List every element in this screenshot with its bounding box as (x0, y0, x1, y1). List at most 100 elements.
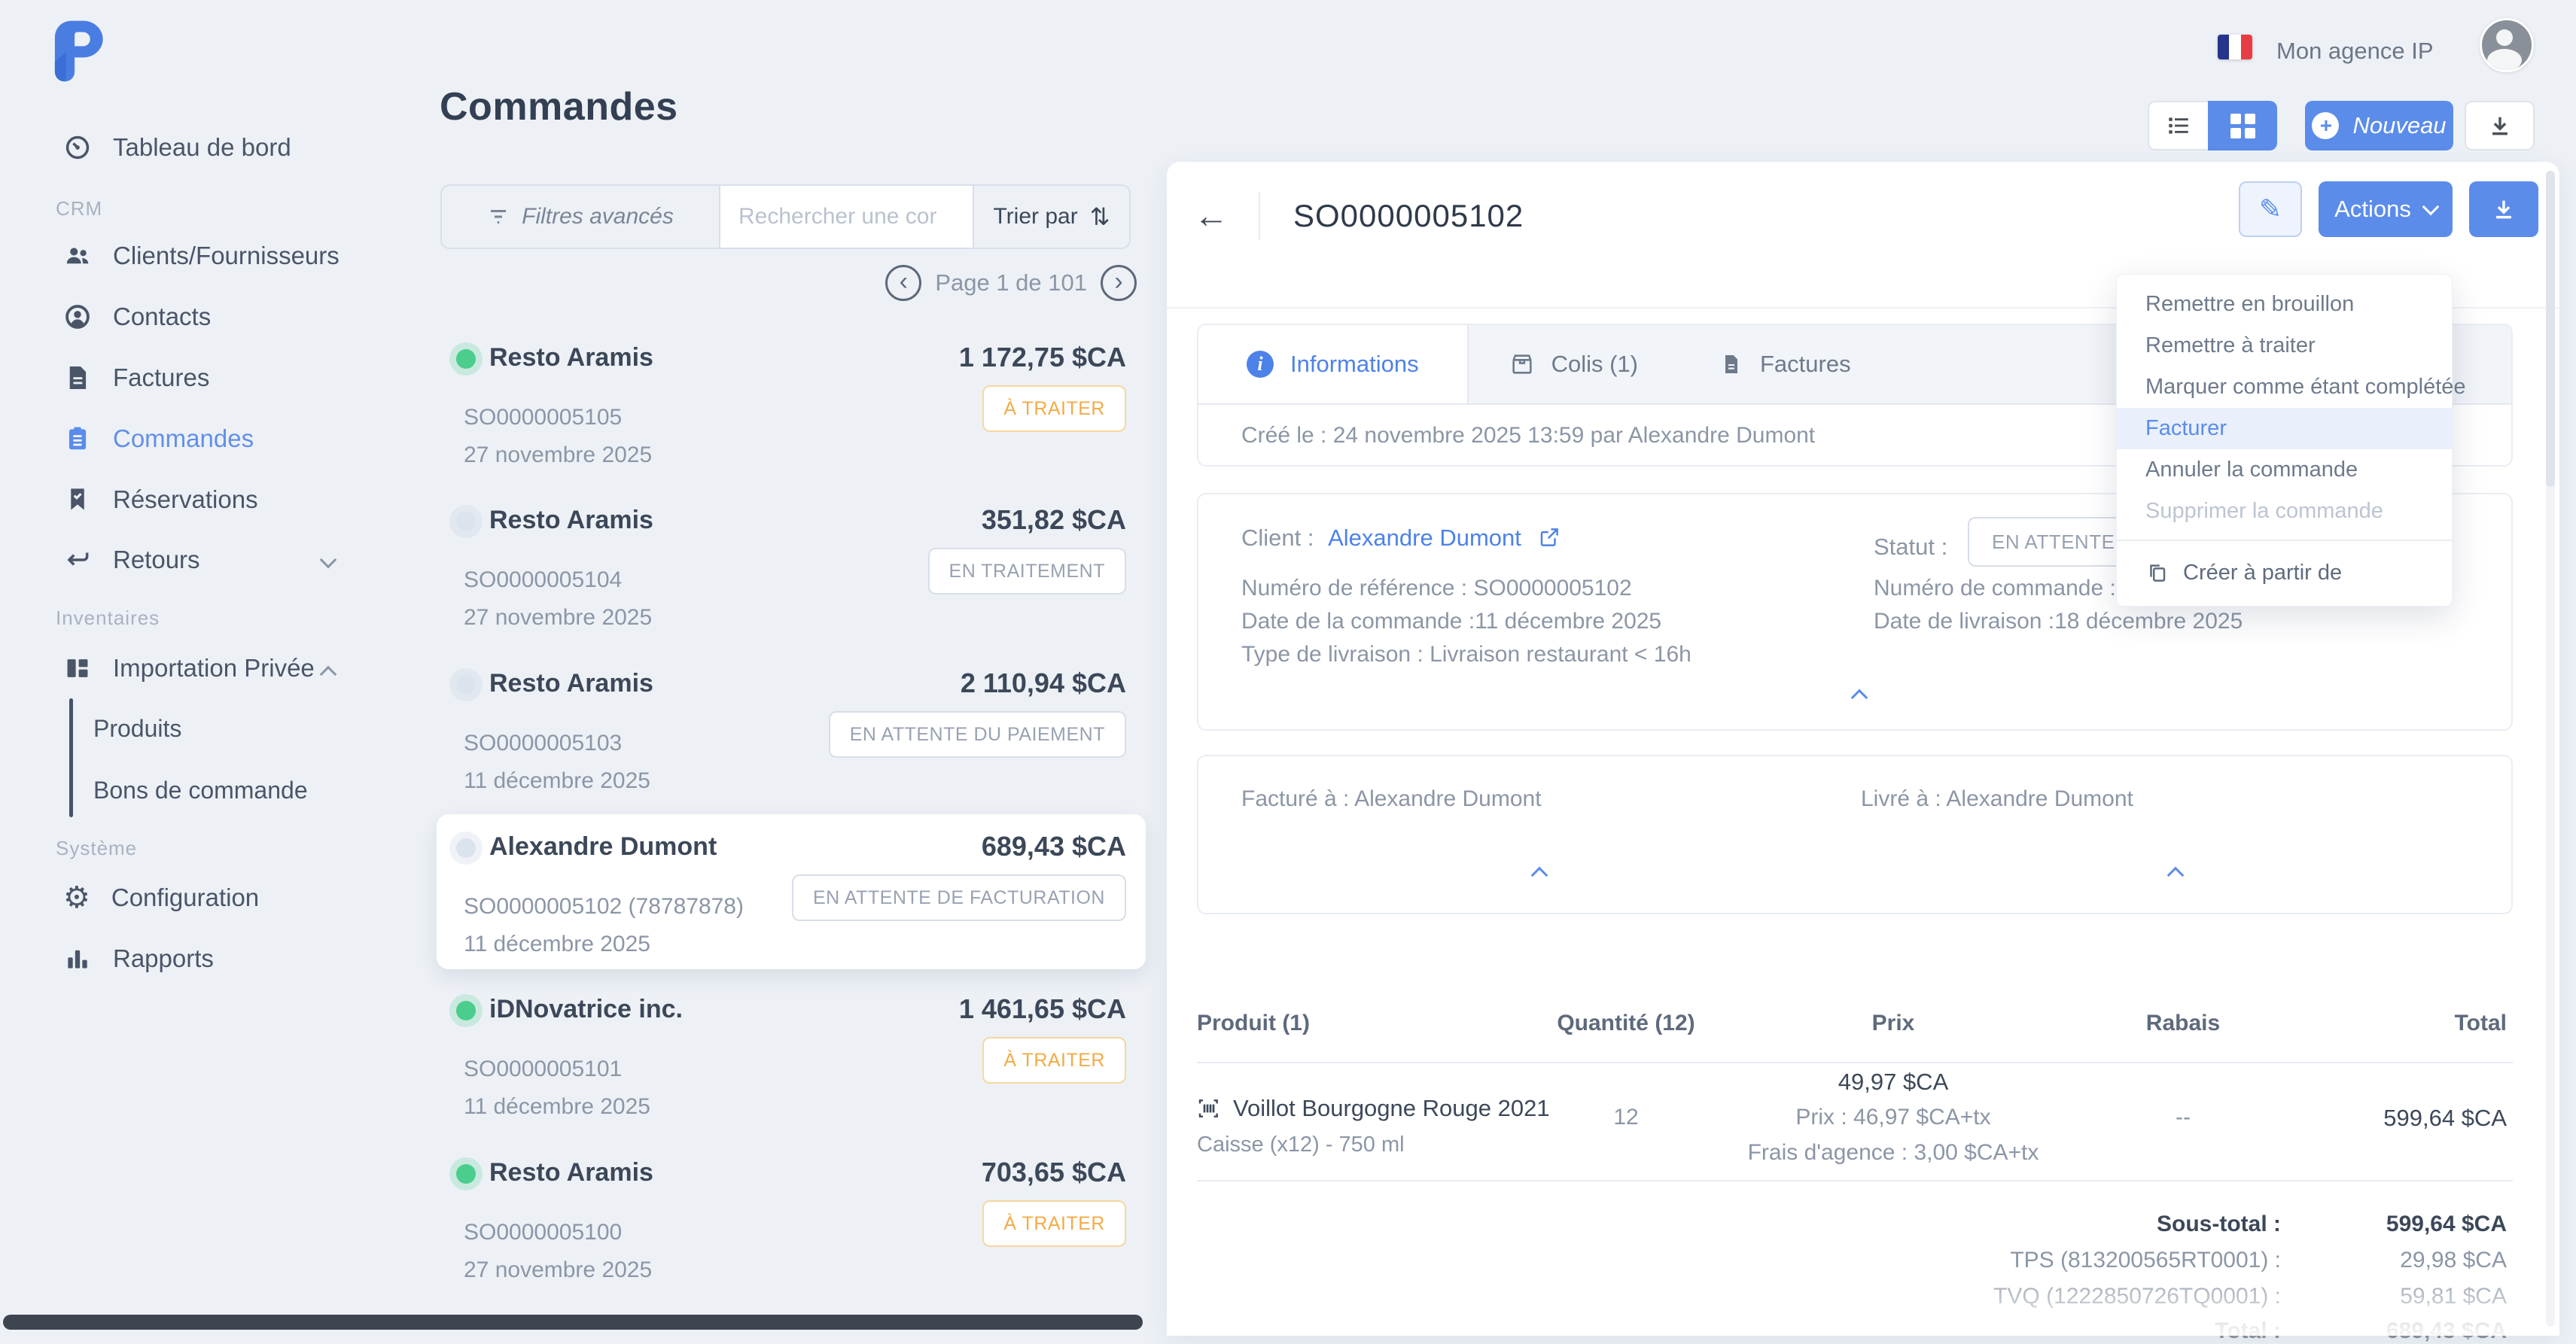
order-date: 11 décembre 2025 (464, 768, 650, 794)
search-cell (719, 186, 973, 248)
order-list-item[interactable]: Resto Aramis 703,65 $CA À TRAITER SO0000… (437, 1140, 1146, 1295)
billing-card: Facturé à : Alexandre Dumont Livré à : A… (1197, 755, 2513, 914)
order-amount: 2 110,94 $CA (961, 667, 1126, 699)
export-button[interactable] (2465, 101, 2535, 151)
order-status-badge: EN ATTENTE DU PAIEMENT (829, 711, 1126, 758)
order-status-badge: À TRAITER (982, 1037, 1126, 1084)
order-client: Resto Aramis (489, 343, 653, 372)
order-list-item[interactable]: Resto Aramis 1 172,75 $CA À TRAITER SO00… (437, 325, 1146, 480)
pagination-label: Page 1 de 101 (935, 269, 1087, 296)
grid-view-button[interactable] (2208, 101, 2277, 151)
sidebar-item-reservations[interactable]: Réservations (63, 477, 258, 522)
col-header-total: Total (2281, 1011, 2507, 1036)
status-dot (456, 838, 476, 858)
sidebar-item-contacts[interactable]: Contacts (63, 294, 211, 339)
product-name[interactable]: Voillot Bourgogne Rouge 2021 (1233, 1095, 1550, 1122)
unit-price: 49,97 $CA (1780, 1069, 2006, 1096)
nouveau-button[interactable]: + Nouveau (2305, 101, 2453, 151)
client-link[interactable]: Alexandre Dumont (1328, 525, 1521, 551)
sort-button[interactable]: Trier par ⇅ (973, 186, 1129, 248)
status-label: Statut : (1874, 534, 1947, 561)
language-flag-fr[interactable] (2218, 35, 2252, 59)
menu-item-creer-a-partir-de[interactable]: Créer à partir de (2117, 549, 2452, 597)
sidebar-label: Tableau de bord (113, 133, 291, 162)
sidebar-item-retours[interactable]: Retours (63, 537, 200, 582)
agency-name[interactable]: Mon agence IP (2276, 38, 2434, 65)
download-order-button[interactable] (2469, 181, 2538, 237)
collapse-chevron-icon[interactable] (1531, 867, 1548, 884)
order-date-line: Date de la commande :11 décembre 2025 (1241, 609, 1661, 634)
chevron-down-icon (2422, 199, 2440, 216)
sidebar-item-clients[interactable]: Clients/Fournisseurs (63, 233, 340, 278)
product-format: Caisse (x12) - 750 ml (1197, 1133, 1405, 1157)
app-logo[interactable] (42, 17, 110, 84)
next-page-button[interactable]: › (1101, 265, 1137, 301)
chevron-down-icon[interactable] (320, 552, 337, 569)
advanced-filters-button[interactable]: Filtres avancés (442, 186, 719, 248)
sidebar-section-inventaires: Inventaires (56, 607, 160, 630)
tab-label: Colis (1) (1551, 351, 1638, 378)
discount-cell: -- (2070, 1105, 2296, 1130)
bookmark-check-icon (63, 485, 92, 514)
order-client: Alexandre Dumont (489, 832, 717, 862)
invoice-icon (63, 363, 92, 392)
order-list-item[interactable]: Resto Aramis 2 110,94 $CA EN ATTENTE DU … (437, 651, 1146, 806)
detail-title: SO0000005102 (1293, 198, 1524, 234)
order-list-item[interactable]: iDNovatrice inc. 1 461,65 $CA À TRAITER … (437, 977, 1146, 1132)
avatar[interactable] (2480, 18, 2534, 72)
sidebar-item-factures[interactable]: Factures (63, 355, 209, 400)
order-number-line: Numéro de commande : 7 (1874, 576, 2135, 601)
tab-informations[interactable]: i Informations (1198, 325, 1469, 403)
menu-item-marquer-completee[interactable]: Marquer comme étant complétée (2117, 366, 2452, 408)
status-dot (456, 512, 476, 531)
col-header-produit: Produit (1) (1197, 1011, 1310, 1036)
horizontal-scrollbar-thumb[interactable] (3, 1315, 1143, 1330)
search-input[interactable] (720, 186, 973, 248)
sidebar-label: Contacts (113, 303, 211, 331)
sidebar-label: Clients/Fournisseurs (113, 242, 340, 270)
order-date: 27 novembre 2025 (464, 442, 652, 468)
sidebar-label: Factures (113, 363, 209, 392)
sort-label: Trier par (993, 204, 1077, 230)
product-cell: Voillot Bourgogne Rouge 2021 (1197, 1095, 1550, 1122)
prev-page-button[interactable]: ‹ (885, 265, 921, 301)
edit-button[interactable]: ✎ (2239, 181, 2302, 237)
order-date: 11 décembre 2025 (464, 932, 650, 957)
back-arrow-icon[interactable]: ← (1194, 195, 1229, 236)
package-icon (1509, 351, 1535, 377)
sidebar-item-importation-privee[interactable]: Importation Privée (63, 646, 315, 691)
sidebar-section-systeme: Système (56, 837, 137, 860)
users-icon (63, 242, 92, 270)
external-link-icon[interactable] (1538, 526, 1561, 549)
billed-to: Facturé à : Alexandre Dumont (1241, 786, 1542, 812)
tvq-label: TVQ (1222850726TQ0001) : (1754, 1284, 2281, 1309)
menu-item-facturer[interactable]: Facturer (2117, 408, 2452, 449)
order-list-item-selected[interactable]: Alexandre Dumont 689,43 $CA EN ATTENTE D… (437, 814, 1146, 969)
menu-item-remettre-traiter[interactable]: Remettre à traiter (2117, 325, 2452, 366)
panel-scrollbar-thumb[interactable] (2546, 171, 2555, 487)
header-divider (1259, 192, 1260, 240)
actions-button[interactable]: Actions (2319, 181, 2453, 237)
sidebar-item-dashboard[interactable]: Tableau de bord (63, 125, 291, 170)
order-date: 27 novembre 2025 (464, 605, 652, 631)
order-list-item[interactable]: Resto Aramis 351,82 $CA EN TRAITEMENT SO… (437, 488, 1146, 643)
collapse-chevron-icon[interactable] (2167, 867, 2185, 884)
sidebar-item-rapports[interactable]: Rapports (63, 936, 214, 981)
tab-factures[interactable]: Factures (1679, 325, 1892, 403)
menu-item-remettre-brouillon[interactable]: Remettre en brouillon (2117, 284, 2452, 325)
status-dot (456, 349, 476, 369)
sidebar-item-configuration[interactable]: ⚙ Configuration (63, 875, 259, 920)
status-dot (456, 1001, 476, 1020)
pagination: ‹ Page 1 de 101 › (828, 265, 1137, 301)
sidebar-item-bons-de-commande[interactable]: Bons de commande (93, 768, 308, 813)
chevron-up-icon[interactable] (320, 666, 337, 683)
contact-icon (63, 303, 92, 331)
list-view-button[interactable] (2148, 101, 2208, 151)
tab-colis[interactable]: Colis (1) (1469, 325, 1679, 403)
sidebar-item-commandes[interactable]: Commandes (63, 416, 254, 461)
menu-item-annuler[interactable]: Annuler la commande (2117, 449, 2452, 491)
sidebar-item-produits[interactable]: Produits (93, 706, 181, 751)
order-reference: SO0000005102 (78787878) (464, 894, 744, 920)
collapse-chevron-icon[interactable] (1851, 689, 1868, 707)
return-arrow-icon (63, 546, 92, 574)
